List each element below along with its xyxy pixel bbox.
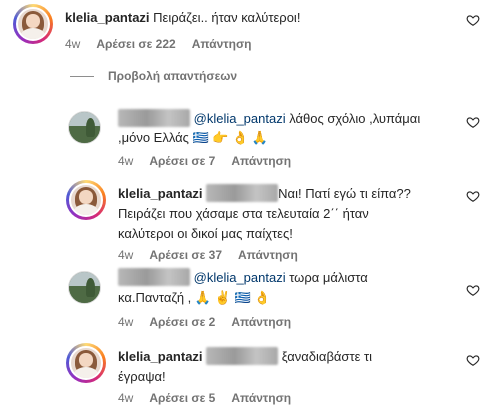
comment-text: @klelia_pantazi λάθος σχόλιο ,λυπάμαι [118,109,420,128]
reply-button[interactable]: Απάντηση [231,391,291,405]
comment-body: τωρα μάλιστα [289,270,368,285]
heart-outline-icon[interactable] [466,13,480,27]
view-replies-toggle[interactable]: Προβολή απαντήσεων [70,69,237,83]
reply-button[interactable]: Απάντηση [238,248,298,262]
comment-time[interactable]: 4w [118,391,133,405]
comment-text: klelia_pantazi ξαναδιαβάστε τι [118,347,372,366]
redacted-username [206,184,279,202]
redacted-username [118,109,190,127]
comment-text: klelia_pantazi Πειράζει.. ήταν καλύτεροι… [65,8,300,27]
comment-username[interactable]: klelia_pantazi [118,349,203,364]
comment-text: @klelia_pantazi τωρα μάλιστα [118,268,368,287]
avatar[interactable] [66,180,106,220]
mention-link[interactable]: @klelia_pantazi [194,270,286,285]
comment-text: klelia_pantazi Ναι! Πατί εγώ τι είπα?? [118,184,411,203]
divider-line [70,75,94,77]
reply-button[interactable]: Απάντηση [231,315,291,329]
redacted-username [206,347,279,365]
comment-meta: 4w Αρέσει σε 222 Απάντηση [65,37,251,51]
heart-outline-icon[interactable] [466,115,480,129]
comment-meta: 4w Αρέσει σε 37 Απάντηση [118,248,298,262]
redacted-username [118,268,190,286]
comment-meta: 4w Αρέσει σε 2 Απάντηση [118,315,291,329]
heart-outline-icon[interactable] [466,283,480,297]
comment-text-line: ,μόνο Ελλάς 🇬🇷 👉 👌 🙏 [118,130,269,145]
likes-count[interactable]: Αρέσει σε 7 [149,154,215,168]
reply-button[interactable]: Απάντηση [192,37,252,51]
reply-button[interactable]: Απάντηση [231,154,291,168]
comment-time[interactable]: 4w [118,315,133,329]
avatar[interactable] [68,111,101,144]
mention-link[interactable]: @klelia_pantazi [194,111,286,126]
likes-count[interactable]: Αρέσει σε 5 [149,391,215,405]
comment-text-line: έγραψα! [118,369,166,384]
comment-text-line: Πειράζει που χάσαμε στα τελευταία 2΄΄ ήτ… [118,206,369,221]
avatar[interactable] [13,4,53,44]
comment-body: ξαναδιαβάστε τι [281,349,373,364]
comment-body: Πειράζει.. ήταν καλύτεροι! [153,10,301,25]
comment-username[interactable]: klelia_pantazi [65,10,150,25]
likes-count[interactable]: Αρέσει σε 2 [149,315,215,329]
comment-time[interactable]: 4w [65,37,80,51]
avatar[interactable] [66,343,106,383]
likes-count[interactable]: Αρέσει σε 222 [96,37,175,51]
comment-time[interactable]: 4w [118,248,133,262]
view-replies-label[interactable]: Προβολή απαντήσεων [108,69,237,83]
heart-outline-icon[interactable] [466,189,480,203]
comment-time[interactable]: 4w [118,154,133,168]
heart-outline-icon[interactable] [466,353,480,367]
likes-count[interactable]: Αρέσει σε 37 [149,248,222,262]
avatar[interactable] [68,271,101,304]
comment-body: λάθος σχόλιο ,λυπάμαι [289,111,421,126]
comment-meta: 4w Αρέσει σε 5 Απάντηση [118,391,291,405]
comment-username[interactable]: klelia_pantazi [118,186,203,201]
comment-text-line: κα.Πανταζή , 🙏 ✌️ 🇬🇷 👌 [118,290,271,305]
comment-meta: 4w Αρέσει σε 7 Απάντηση [118,154,291,168]
comment-text-line: καλύτεροι οι δικοί μας παίχτες! [118,226,293,241]
comment-body: Ναι! Πατί εγώ τι είπα?? [278,186,411,201]
